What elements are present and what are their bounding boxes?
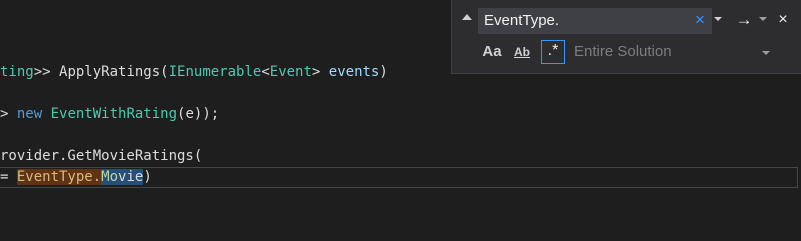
find-next-icon[interactable]: → [734,8,754,32]
find-widget: EventType. × → × Aa Ab .* Entire Solutio… [451,0,801,74]
token: Mo [101,169,119,185]
clear-search-icon[interactable]: × [692,10,708,30]
token: ApplyRatings [59,64,161,80]
token: > [0,106,17,122]
find-input[interactable]: EventType. [478,8,712,34]
find-match-highlight: EventType. [16,169,102,185]
whole-word-label: Ab [514,45,530,59]
token: (e)); [177,106,220,122]
token: > [311,64,329,80]
token: new [16,106,43,122]
code-line-2: > new EventWithRating(e)); [0,104,219,124]
token: Event [269,64,312,80]
token: ( [160,64,169,80]
search-scope-select[interactable]: Entire Solution [570,40,774,64]
token: ) [143,169,152,185]
token: >> [33,64,60,80]
chevron-down-icon[interactable] [762,51,770,55]
toggle-replace-icon[interactable] [462,14,472,20]
match-case-toggle[interactable]: Aa [480,40,504,64]
whole-word-toggle[interactable]: Ab [510,40,534,64]
search-history-dropdown-icon[interactable] [714,17,722,21]
token: vie [118,169,144,185]
regex-toggle[interactable]: .* [541,40,565,64]
code-line-4: = EventType.Movie) [0,167,152,187]
token: ting [0,64,34,80]
code-editor[interactable]: ting>> ApplyRatings(IEnumerable<Event> e… [0,0,801,241]
token: EventType. [16,169,102,185]
find-next-dropdown-icon[interactable] [759,17,767,21]
selection-highlight: Movie [101,169,144,185]
token: rovider.GetMovieRatings( [0,148,203,164]
token: < [261,64,270,80]
token: IEnumerable [168,64,262,80]
token: events [328,64,380,80]
code-line-1: ting>> ApplyRatings(IEnumerable<Event> e… [0,62,388,82]
close-icon[interactable]: × [774,8,792,32]
token: = [0,169,17,185]
token: EventWithRating [50,106,178,122]
token: ) [379,64,388,80]
code-line-3: rovider.GetMovieRatings( [0,146,202,166]
